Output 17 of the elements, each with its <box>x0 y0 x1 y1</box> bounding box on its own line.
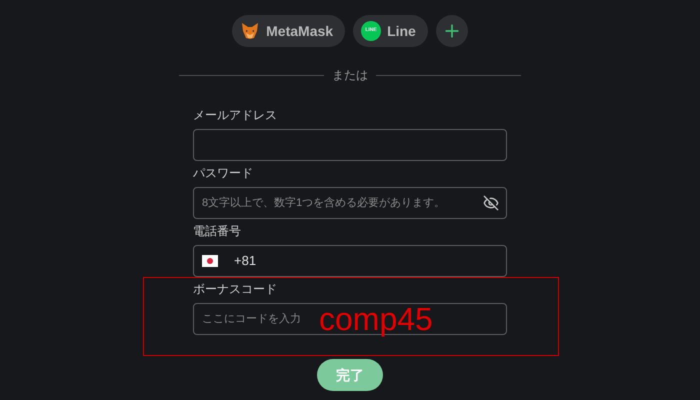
provider-button[interactable]: MetaMask <box>232 15 346 47</box>
eye-off-icon[interactable] <box>483 195 499 211</box>
field-label: メールアドレス <box>193 107 278 123</box>
country-code: +81 <box>234 252 256 270</box>
input-field[interactable] <box>193 129 507 161</box>
field-label: ボーナスコード <box>193 281 278 297</box>
annotation-text: comp45 <box>319 303 433 335</box>
divider-label: または <box>332 67 368 83</box>
password-field[interactable]: 8文字以上で、数字1つを含める必要があります。 <box>193 187 507 219</box>
field-label: 電話番号 <box>193 223 242 239</box>
phone-field[interactable]: +81 <box>193 245 507 277</box>
field-label: パスワード <box>193 165 254 181</box>
text-input[interactable]: ここにコードを入力 <box>202 310 314 328</box>
add-provider-button[interactable] <box>436 15 468 47</box>
fox-icon <box>240 21 260 41</box>
input-field[interactable]: ここにコードを入力 comp45 <box>193 303 507 335</box>
flag-icon <box>202 255 218 267</box>
